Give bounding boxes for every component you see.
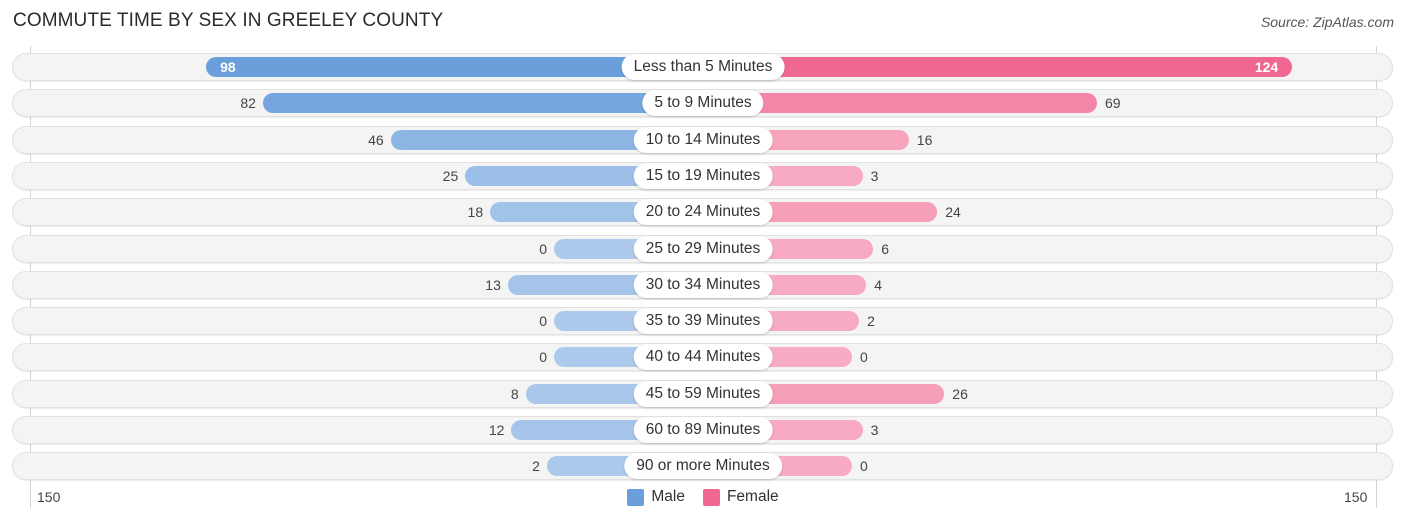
value-label-male: 98 [220, 59, 236, 75]
legend: Male Female [0, 488, 1406, 506]
value-label-male: 12 [488, 422, 505, 438]
value-label-female: 3 [870, 167, 879, 184]
value-label-male: 8 [510, 385, 519, 402]
category-label: 30 to 34 Minutes [633, 271, 773, 298]
category-label: 15 to 19 Minutes [633, 162, 773, 189]
value-label-male: 82 [240, 95, 256, 112]
legend-swatch-female [702, 488, 720, 506]
category-label: 90 or more Minutes [624, 453, 782, 480]
value-label-male: 0 [539, 313, 547, 330]
legend-label-male: Male [651, 488, 685, 505]
bar-male[interactable] [262, 93, 703, 114]
value-label-female: 24 [945, 204, 961, 221]
value-label-female: 26 [952, 385, 968, 402]
category-label: 35 to 39 Minutes [633, 308, 773, 335]
legend-swatch-male [627, 488, 645, 506]
value-label-male: 13 [485, 276, 501, 293]
legend-item-female[interactable]: Female [702, 488, 779, 506]
value-label-female: 4 [874, 276, 882, 293]
value-label-male: 18 [467, 204, 484, 221]
value-label-male: 46 [368, 131, 384, 148]
category-label: 5 to 9 Minutes [642, 90, 764, 117]
chart-title: COMMUTE TIME BY SEX IN GREELEY COUNTY [13, 10, 444, 31]
value-label-female: 69 [1104, 95, 1121, 112]
category-label: Less than 5 Minutes [621, 54, 785, 80]
value-label-female: 3 [870, 422, 879, 438]
category-label: 25 to 29 Minutes [633, 235, 773, 262]
value-label-female: 0 [860, 349, 868, 366]
category-label: 20 to 24 Minutes [633, 199, 773, 226]
category-label: 60 to 89 Minutes [633, 417, 773, 443]
category-label: 10 to 14 Minutes [633, 126, 773, 153]
category-label: 40 to 44 Minutes [633, 344, 773, 371]
legend-label-female: Female [726, 488, 779, 505]
category-label: 45 to 59 Minutes [633, 380, 773, 407]
legend-item-male[interactable]: Male [627, 488, 685, 506]
value-label-male: 0 [539, 240, 547, 257]
value-label-female: 0 [860, 458, 868, 475]
bar-female[interactable] [703, 57, 1293, 77]
source-label: Source: ZipAtlas.com [1260, 14, 1394, 30]
value-label-male: 25 [442, 167, 459, 184]
value-label-female: 6 [881, 240, 890, 257]
value-label-female: 2 [867, 313, 875, 330]
value-label-male: 0 [539, 349, 547, 366]
value-label-male: 2 [532, 458, 540, 475]
value-label-female: 124 [1254, 59, 1279, 75]
value-label-female: 16 [916, 131, 933, 148]
